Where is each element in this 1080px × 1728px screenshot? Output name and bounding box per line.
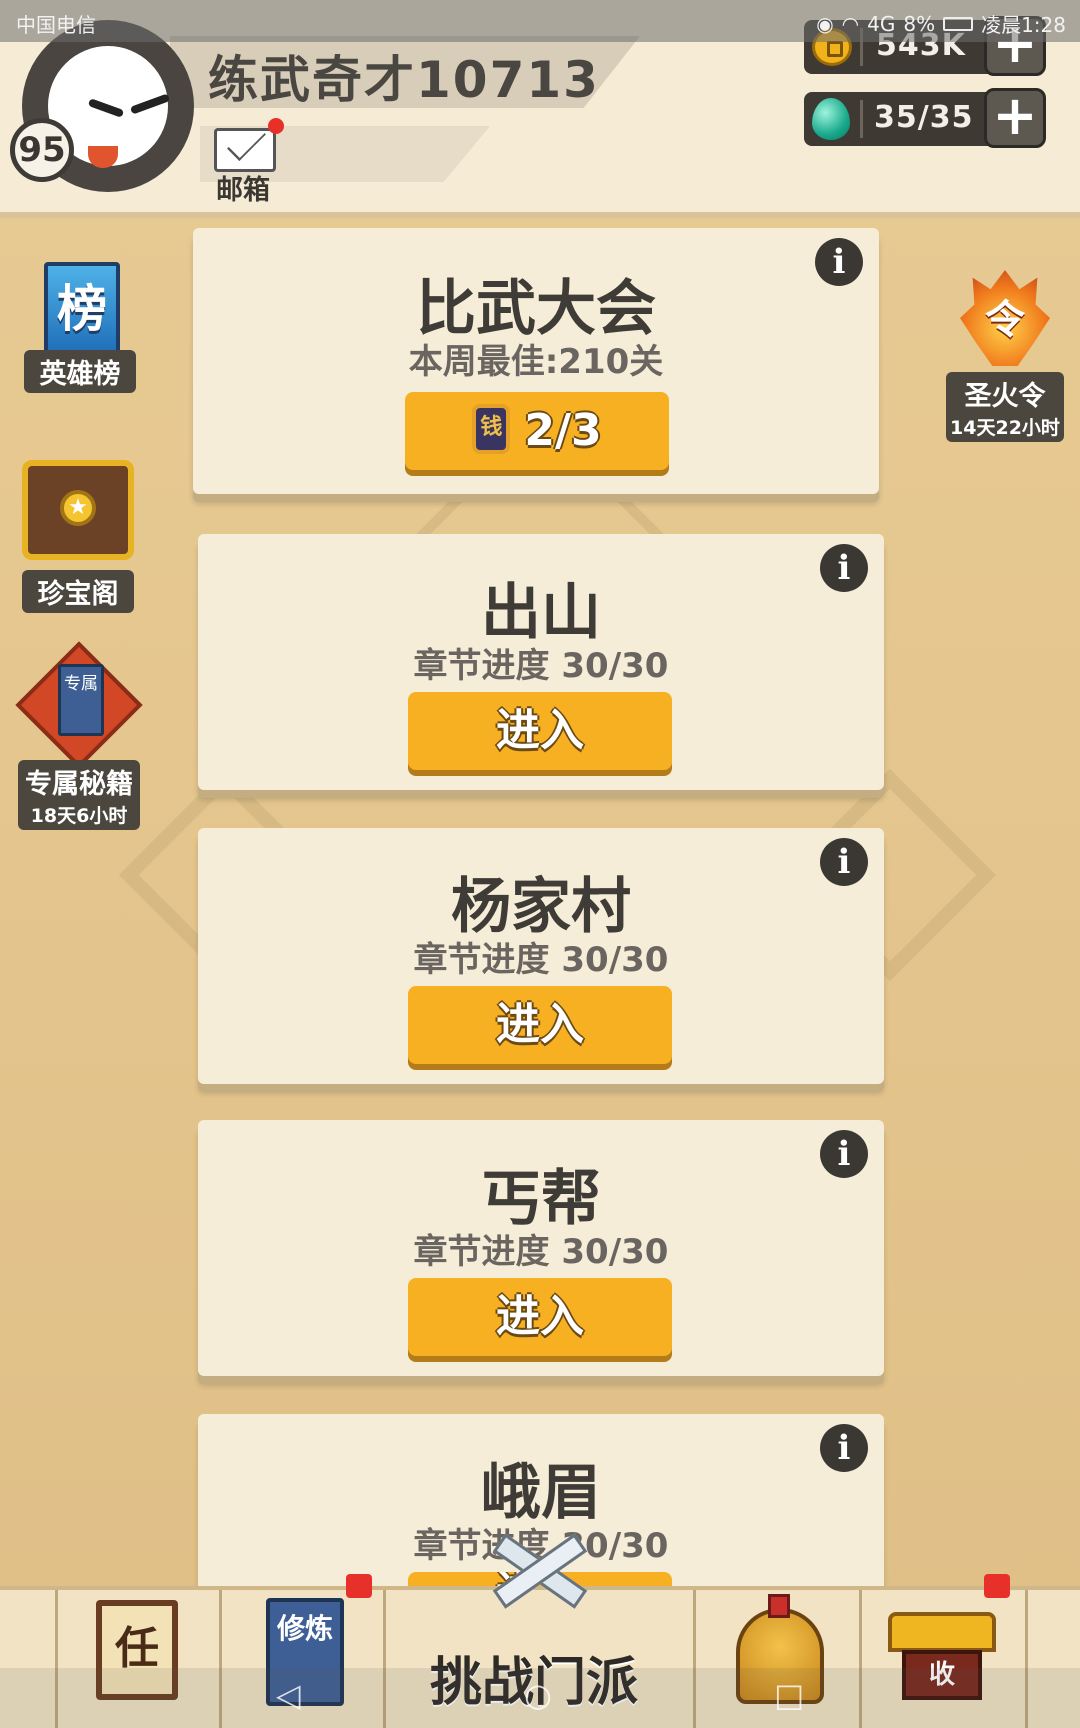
stamina-value: 35/35 xyxy=(874,100,974,135)
tournament-card: i 比武大会 本周最佳:210关 钱 2/3 xyxy=(193,228,879,494)
exclusive-manual-button[interactable]: 专属 专属秘籍 18天6小时 xyxy=(15,641,143,830)
enter-button[interactable]: 进入 xyxy=(408,986,672,1064)
sacred-flame-title: 圣火令 xyxy=(964,381,1046,412)
sacred-flame-icon: 令 xyxy=(960,270,1050,366)
chapter-progress: 章节进度 30/30 xyxy=(413,1232,669,1272)
signal-label: 4G xyxy=(867,11,896,36)
enter-button[interactable]: 进入 xyxy=(408,692,672,770)
enter-button[interactable]: 进入 xyxy=(408,1278,672,1356)
chapter-progress: 章节进度 30/30 xyxy=(413,646,669,686)
sacred-flame-label: 圣火令 14天22小时 xyxy=(946,372,1064,442)
chapter-card: i 出山 章节进度 30/30 进入 xyxy=(198,534,884,790)
status-indicators: ◉ ◠ 4G 8% 凌晨1:28 xyxy=(816,9,1066,38)
armor-plume-icon xyxy=(768,1594,790,1618)
crossed-swords-icon xyxy=(486,1533,590,1630)
star-icon: ★ xyxy=(60,490,96,526)
system-navigation-bar: ◁ ○ □ xyxy=(0,1668,1080,1728)
hero-rank-label: 英雄榜 xyxy=(24,350,136,393)
tournament-entry-button[interactable]: 钱 2/3 xyxy=(405,392,669,470)
treasure-pavilion-button[interactable]: ★ 珍宝阁 xyxy=(20,456,136,613)
stamina-counter: 35/35 + xyxy=(804,88,1046,148)
clock: 凌晨1:28 xyxy=(981,13,1066,37)
chapter-progress: 章节进度 30/30 xyxy=(413,940,669,980)
chapter-card: i 丐帮 章节进度 30/30 进入 xyxy=(198,1120,884,1376)
exclusive-manual-timer: 18天6小时 xyxy=(30,805,128,827)
hero-rank-icon: 榜 xyxy=(44,262,120,356)
divider xyxy=(860,100,863,138)
exclusive-manual-label: 专属秘籍 18天6小时 xyxy=(18,760,140,830)
level-badge: 95 xyxy=(10,118,74,182)
player-name: 练武奇才10713 xyxy=(208,51,600,109)
sacred-flame-button[interactable]: 令 圣火令 14天22小时 xyxy=(946,264,1066,442)
pavilion-roof-icon xyxy=(888,1612,996,1652)
eye-icon: ◉ xyxy=(816,11,834,36)
recents-icon[interactable]: □ xyxy=(774,1676,804,1714)
add-stamina-button[interactable]: + xyxy=(984,88,1046,148)
battery-percent: 8% xyxy=(903,11,936,36)
battery-icon xyxy=(943,16,974,31)
wifi-icon: ◠ xyxy=(841,11,860,36)
hero-rank-button[interactable]: 榜 英雄榜 xyxy=(24,258,136,398)
treasure-pavilion-label: 珍宝阁 xyxy=(22,570,134,613)
status-bar: 中国电信 ◉ ◠ 4G 8% 凌晨1:28 xyxy=(0,0,1080,42)
ticket-icon: 钱 xyxy=(472,404,511,454)
book-icon: 专属 xyxy=(58,664,104,736)
collect-notification-dot xyxy=(984,1574,1010,1598)
back-icon[interactable]: ◁ xyxy=(276,1676,301,1714)
exclusive-manual-title: 专属秘籍 xyxy=(25,769,133,800)
treasure-chest-icon: ★ xyxy=(22,460,134,560)
mail-label[interactable]: 邮箱 xyxy=(216,168,270,207)
cultivation-notification-dot xyxy=(346,1574,372,1598)
entry-count: 2/3 xyxy=(524,405,602,456)
mail-icon[interactable] xyxy=(214,128,276,172)
chapter-card: i 杨家村 章节进度 30/30 进入 xyxy=(198,828,884,1084)
carrier-label: 中国电信 xyxy=(16,13,96,37)
card-best-record: 本周最佳:210关 xyxy=(408,342,664,382)
sacred-flame-timer: 14天22小时 xyxy=(950,417,1060,439)
home-icon[interactable]: ○ xyxy=(524,1676,552,1714)
mail-notification-dot xyxy=(268,118,284,134)
gem-icon xyxy=(812,98,850,140)
